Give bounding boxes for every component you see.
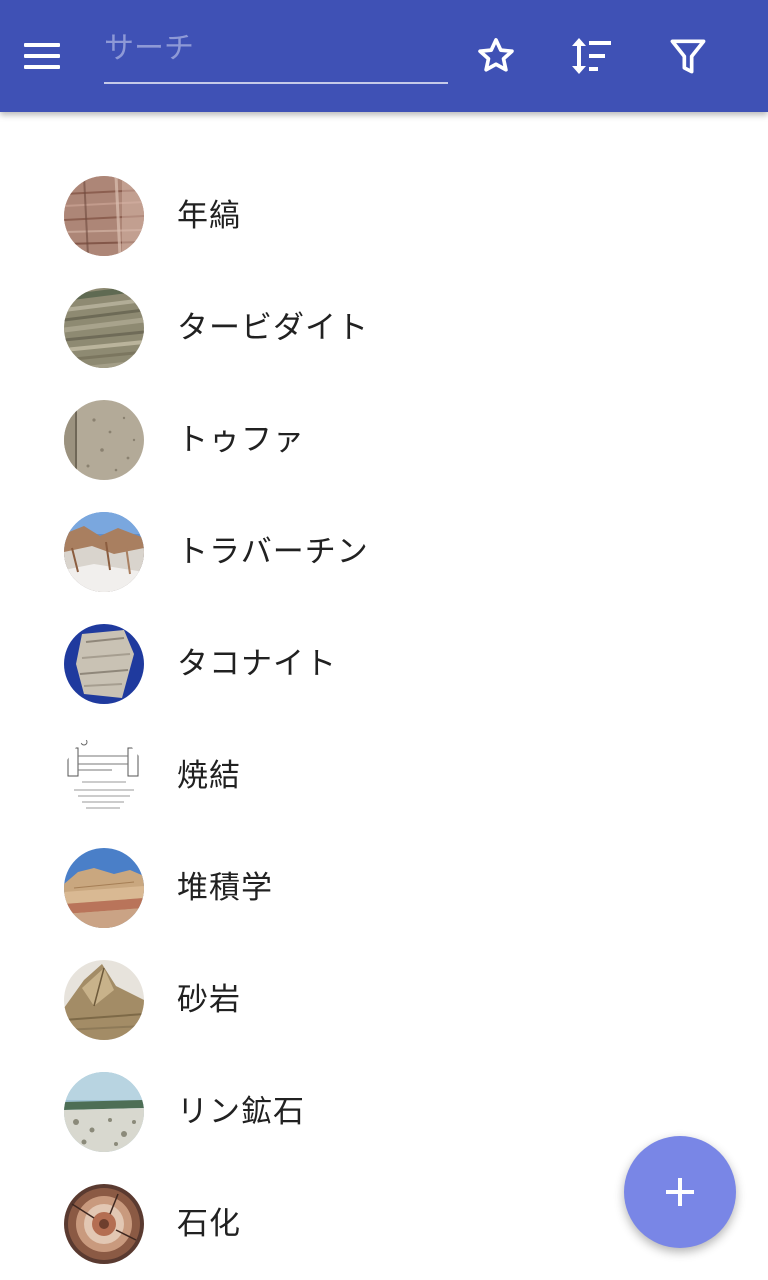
favorites-button[interactable] — [472, 32, 520, 80]
list-item[interactable]: タービダイト — [0, 272, 768, 384]
toolbar — [0, 0, 768, 112]
thumbnail-image — [64, 848, 144, 928]
thumbnail-image — [64, 1072, 144, 1152]
plus-icon — [666, 1178, 694, 1206]
thumbnail-image — [64, 176, 144, 256]
thumbnail-image — [64, 400, 144, 480]
list-item-label: タービダイト — [177, 310, 369, 346]
filter-icon — [670, 39, 706, 74]
list-item-label: トゥファ — [177, 422, 305, 458]
list-item-label: タコナイト — [177, 646, 337, 682]
sort-button[interactable] — [567, 32, 615, 80]
thumbnail-image — [64, 736, 144, 816]
list-item[interactable]: 砂岩 — [0, 944, 768, 1056]
list-item[interactable]: トラバーチン — [0, 496, 768, 608]
sort-icon — [572, 38, 611, 74]
list-item-label: 焼結 — [177, 758, 241, 794]
thumbnail-image — [64, 288, 144, 368]
thumbnail-image — [64, 512, 144, 592]
filter-button[interactable] — [664, 32, 712, 80]
search-input[interactable] — [104, 22, 448, 74]
list-item[interactable]: 年縞 — [0, 160, 768, 272]
list-item-label: トラバーチン — [177, 534, 369, 570]
list-item[interactable]: タコナイト — [0, 608, 768, 720]
list-item-label: 砂岩 — [177, 982, 241, 1018]
add-button[interactable] — [624, 1136, 736, 1248]
list-item[interactable]: 堆積学 — [0, 832, 768, 944]
thumbnail-image — [64, 1184, 144, 1264]
list-item[interactable]: トゥファ — [0, 384, 768, 496]
search-field — [104, 22, 448, 84]
menu-button[interactable] — [24, 32, 88, 80]
list-item-label: 石化 — [177, 1206, 241, 1242]
star-outline-icon — [478, 38, 514, 72]
list-item-label: 堆積学 — [177, 870, 273, 906]
app-screen: 年縞 タービダイト — [0, 0, 768, 1280]
article-list: 年縞 タービダイト トゥファ トラバーチン タコナイト 焼結 堆積学 砂岩 リン… — [0, 160, 768, 1280]
list-item[interactable]: 焼結 — [0, 720, 768, 832]
list-item-label: リン鉱石 — [177, 1094, 305, 1130]
list-item-label: 年縞 — [177, 198, 241, 234]
hamburger-menu-icon — [24, 43, 60, 69]
thumbnail-image — [64, 624, 144, 704]
thumbnail-image — [64, 960, 144, 1040]
